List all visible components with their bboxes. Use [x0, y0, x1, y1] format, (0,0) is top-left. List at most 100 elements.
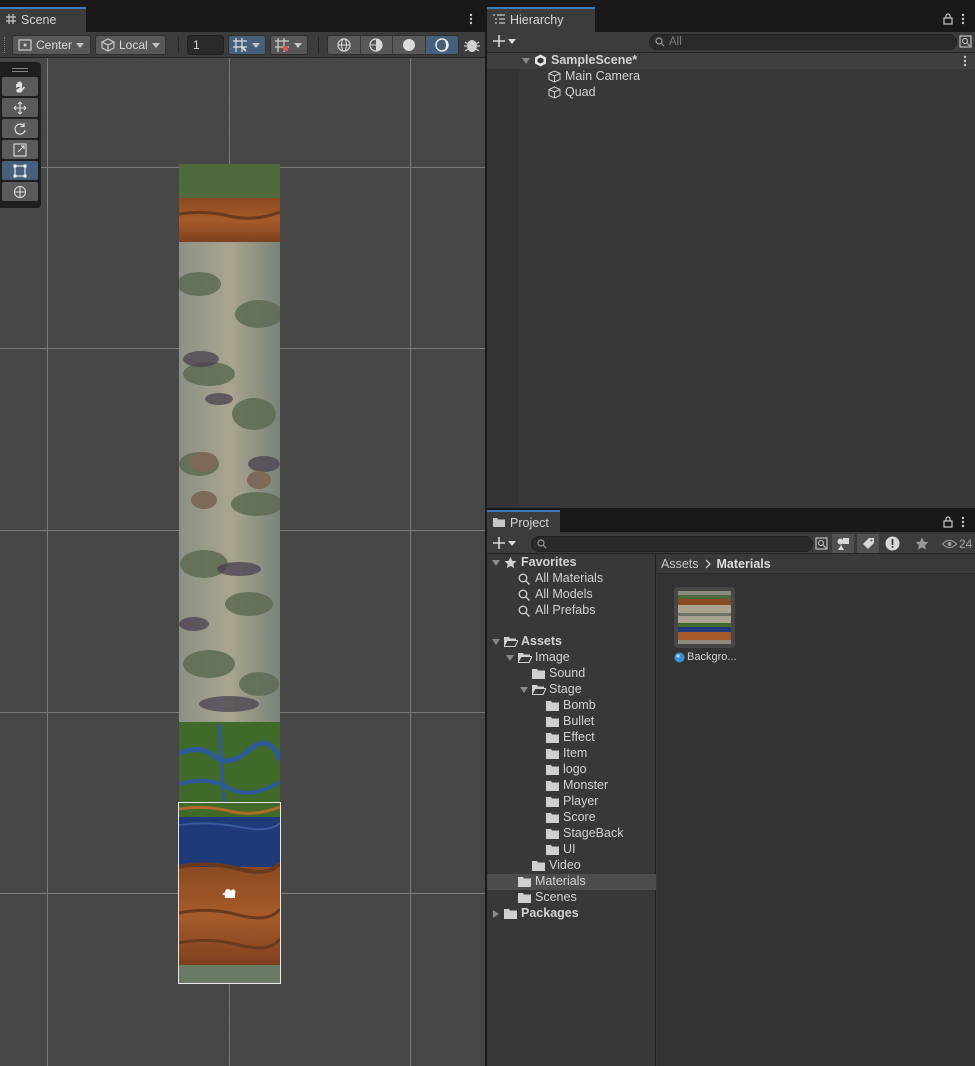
toolbar-grip[interactable] [4, 37, 7, 53]
tree-stage-child[interactable]: UI [487, 842, 656, 858]
tree-sound[interactable]: Sound [487, 666, 656, 682]
material-asset-label[interactable]: Backgro... [674, 651, 737, 663]
tree-stage[interactable]: Stage [487, 682, 656, 698]
filter-by-label-button[interactable] [857, 534, 879, 553]
overlay-grip[interactable] [12, 68, 28, 72]
tab-scene[interactable]: Scene [0, 7, 86, 32]
material-asset-thumbnail[interactable] [674, 587, 735, 648]
tab-project[interactable]: Project [487, 510, 560, 534]
rect-tool-button[interactable] [2, 161, 38, 180]
scale-tool-button[interactable] [2, 140, 38, 159]
hierarchy-search-input[interactable]: All [649, 34, 957, 50]
create-button[interactable] [493, 35, 516, 47]
scale-icon [13, 142, 27, 157]
foldout-arrow-icon[interactable] [492, 639, 500, 645]
hierarchy-item-main-camera[interactable]: Main Camera [487, 69, 975, 85]
gameobject-cube-icon [548, 70, 561, 83]
foldout-arrow-icon[interactable] [506, 655, 514, 661]
create-asset-button[interactable] [493, 537, 516, 549]
gameobject-cube-icon [548, 86, 561, 99]
search-window-icon[interactable] [815, 537, 828, 550]
hand-tool-button[interactable] [2, 77, 38, 96]
foldout-arrow-icon[interactable] [520, 687, 528, 693]
lock-icon[interactable] [943, 13, 953, 25]
space-dropdown[interactable]: Local [95, 35, 166, 55]
move-tool-button[interactable] [2, 98, 38, 117]
favorite-all-models[interactable]: All Models [487, 587, 656, 603]
folder-open-icon [518, 652, 532, 663]
more-menu-icon[interactable] [466, 13, 476, 25]
snap-increment-field[interactable]: 1 [187, 35, 224, 55]
tree-stage-child[interactable]: Item [487, 746, 656, 762]
favorite-all-prefabs[interactable]: All Prefabs [487, 603, 656, 619]
tree-stage-child[interactable]: Score [487, 810, 656, 826]
rotate-tool-button[interactable] [2, 119, 38, 138]
tab-project-label: Project [510, 516, 549, 530]
tree-stage-child[interactable]: Monster [487, 778, 656, 794]
tree-label: Monster [563, 778, 609, 792]
eye-icon [942, 539, 957, 549]
tree-assets[interactable]: Assets [487, 634, 656, 650]
pivot-dropdown[interactable]: Center [12, 35, 91, 55]
grid-snapping-toggle[interactable] [228, 35, 266, 55]
material-asset-name: Backgro... [687, 651, 737, 663]
tree-packages[interactable]: Packages [487, 906, 656, 922]
scene-panel: Scene Center Local 1 [0, 0, 485, 1066]
shaded-mode-button[interactable] [393, 36, 426, 54]
foldout-arrow-icon[interactable] [522, 58, 530, 64]
more-menu-icon[interactable] [960, 516, 966, 528]
tree-image[interactable]: Image [487, 650, 656, 666]
chevron-down-icon [76, 42, 85, 48]
lock-icon[interactable] [943, 516, 953, 528]
breadcrumb-materials[interactable]: Materials [717, 557, 771, 571]
folder-icon [546, 716, 559, 727]
background-strip-image[interactable] [179, 164, 280, 804]
foldout-arrow-icon[interactable] [493, 910, 499, 918]
tree-materials[interactable]: Materials [487, 874, 656, 890]
star-icon [504, 556, 517, 569]
hierarchy-item-label: Main Camera [565, 69, 641, 83]
debug-bug-icon[interactable] [463, 37, 481, 53]
tree-stage-child[interactable]: logo [487, 762, 656, 778]
unity-scene-icon [534, 54, 547, 67]
tree-scenes[interactable]: Scenes [487, 890, 656, 906]
search-by-type-icon[interactable] [959, 35, 972, 48]
more-menu-icon[interactable] [960, 13, 966, 25]
unlit-mode-button[interactable] [425, 36, 458, 54]
transform-tool-button[interactable] [2, 182, 38, 201]
tree-stage-child[interactable]: Bomb [487, 698, 656, 714]
scene-viewport[interactable] [0, 58, 485, 1066]
shaded-wireframe-button[interactable] [360, 36, 393, 54]
increment-snapping-toggle[interactable] [270, 35, 308, 55]
tree-stage-child[interactable]: Player [487, 794, 656, 810]
move-arrows-icon [13, 101, 27, 115]
unlit-moon-icon [435, 38, 449, 52]
project-search-input[interactable] [531, 536, 813, 552]
camera-gizmo-icon[interactable] [222, 888, 238, 900]
breadcrumb: Assets Materials [657, 554, 975, 574]
more-menu-icon[interactable] [962, 55, 968, 67]
tree-label: logo [563, 762, 587, 776]
tree-label: Score [563, 810, 596, 824]
breadcrumb-assets[interactable]: Assets [661, 557, 699, 571]
favorite-all-materials[interactable]: All Materials [487, 571, 656, 587]
chevron-down-icon [151, 42, 160, 48]
tree-label: Video [549, 858, 581, 872]
tree-label: Sound [549, 666, 586, 680]
tree-stage-child[interactable]: Bullet [487, 714, 656, 730]
wireframe-mode-button[interactable] [328, 36, 361, 54]
hidden-packages-toggle[interactable]: 24 [942, 537, 972, 551]
tree-stage-child[interactable]: Effect [487, 730, 656, 746]
foldout-arrow-icon[interactable] [492, 560, 500, 566]
folder-open-icon [532, 684, 546, 695]
hierarchy-item-quad[interactable]: Quad [487, 85, 975, 101]
star-favorite-icon[interactable] [915, 537, 929, 550]
warning-filter-icon[interactable] [885, 536, 900, 551]
filter-by-type-button[interactable] [832, 534, 854, 553]
scene-row[interactable]: SampleScene* [487, 53, 975, 69]
tree-video[interactable]: Video [487, 858, 656, 874]
tree-stage-child[interactable]: StageBack [487, 826, 656, 842]
pivot-center-icon [18, 38, 32, 52]
tree-favorites[interactable]: Favorites [487, 555, 656, 571]
tab-hierarchy[interactable]: Hierarchy [487, 7, 595, 32]
